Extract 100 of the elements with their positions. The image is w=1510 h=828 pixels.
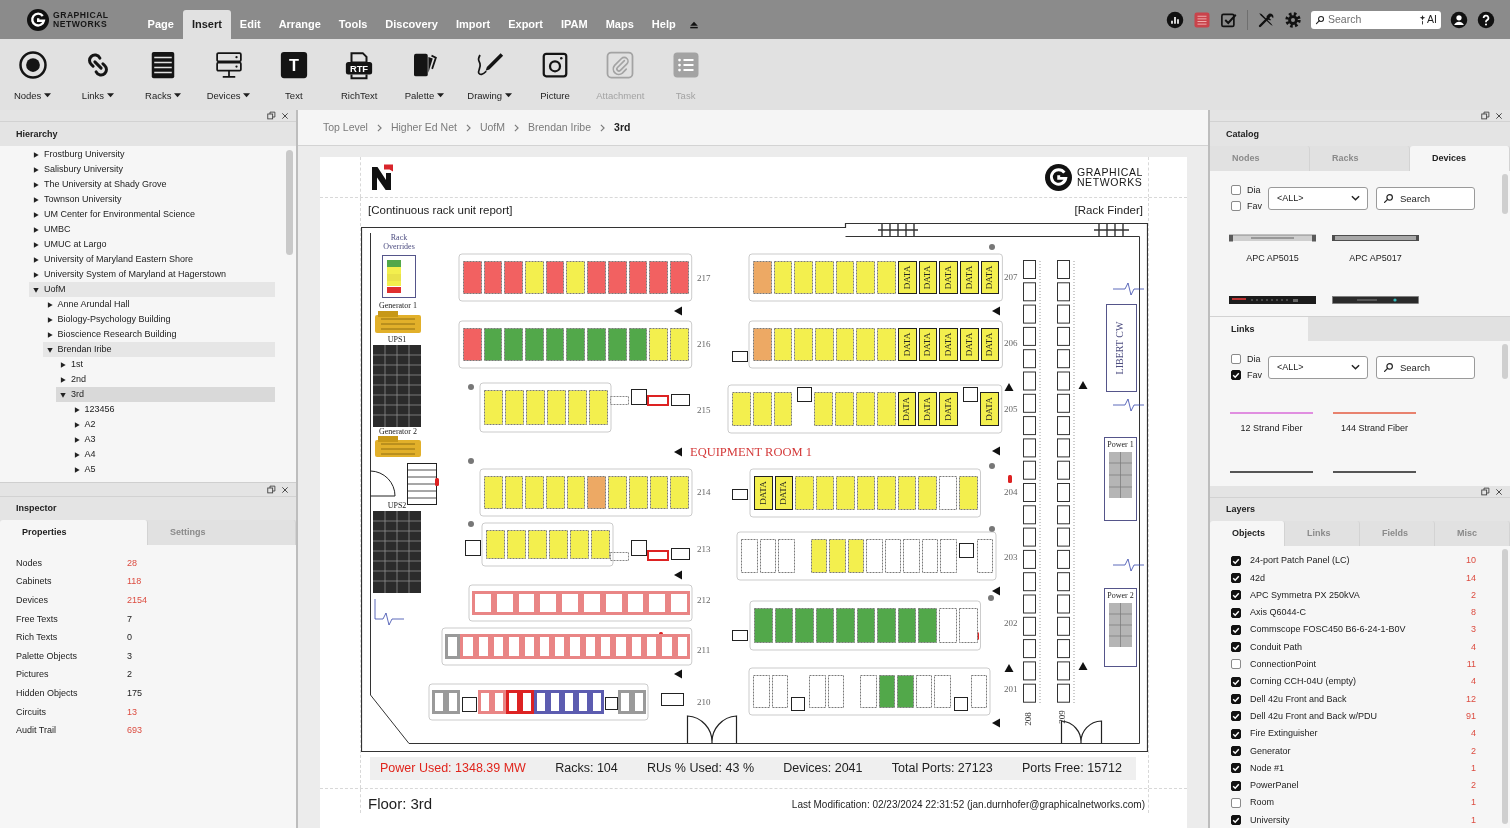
caret-right-icon[interactable] <box>33 241 39 248</box>
caret-right-icon[interactable] <box>33 181 39 188</box>
tools-icon[interactable] <box>1257 10 1275 29</box>
tree-item[interactable]: UMBC <box>29 222 275 237</box>
property-value[interactable]: 118 <box>127 576 142 588</box>
property-value[interactable]: 2154 <box>127 595 148 606</box>
caret-right-icon[interactable] <box>46 331 53 338</box>
breadcrumb-link[interactable]: Higher Ed Net <box>390 121 457 134</box>
tree-item[interactable]: Bioscience Research Building <box>42 327 275 342</box>
tab[interactable]: Properties <box>0 520 148 545</box>
bar-chart-icon[interactable] <box>1166 10 1184 29</box>
caret-right-icon[interactable] <box>73 436 80 443</box>
caret-right-icon[interactable] <box>60 376 66 383</box>
device-image[interactable] <box>1332 233 1419 242</box>
scrollbar-thumb[interactable] <box>1502 549 1508 824</box>
search-button[interactable]: Search <box>1376 355 1475 379</box>
tree-item[interactable]: Townson University <box>29 192 275 207</box>
report-link[interactable]: [Continuous rack unit report] <box>368 204 513 222</box>
checkbox[interactable] <box>1231 590 1241 601</box>
tree-item[interactable]: 2nd <box>56 372 275 387</box>
toolbar-button[interactable]: Racks <box>130 39 196 110</box>
caret-right-icon[interactable] <box>73 466 80 473</box>
caret-right-icon[interactable] <box>73 406 80 413</box>
tree-item[interactable]: A4 <box>69 447 275 462</box>
checkbox[interactable] <box>1231 763 1241 774</box>
tree-item[interactable]: A2 <box>69 417 275 432</box>
tree-item[interactable]: UMUC at Largo <box>29 237 275 252</box>
device-image[interactable] <box>1229 296 1316 305</box>
tree-item[interactable]: 1st <box>56 357 275 372</box>
close-icon[interactable] <box>281 111 289 120</box>
breadcrumb-link[interactable]: Top Level <box>323 121 368 134</box>
checkbox[interactable] <box>1231 797 1241 808</box>
tab[interactable]: Devices <box>1410 146 1510 171</box>
toolbar-button[interactable]: Palette <box>391 39 458 110</box>
help-icon[interactable] <box>1477 10 1495 29</box>
tab[interactable]: Objects <box>1210 521 1285 546</box>
checkbox[interactable] <box>1231 694 1241 704</box>
detach-icon[interactable] <box>267 485 276 494</box>
caret-right-icon[interactable] <box>33 166 39 173</box>
settings-icon[interactable] <box>1284 10 1302 29</box>
toolbar-button[interactable]: T Text <box>261 39 327 110</box>
breadcrumb-link[interactable]: 3rd <box>614 121 631 134</box>
caret-right-icon[interactable] <box>60 361 66 368</box>
cable-line[interactable] <box>1230 471 1313 474</box>
detach-icon[interactable] <box>267 111 276 120</box>
tree-item[interactable]: A5 <box>69 462 275 477</box>
checkbox[interactable] <box>1231 185 1241 196</box>
checkbox[interactable] <box>1231 201 1241 212</box>
checkbox[interactable] <box>1231 642 1241 653</box>
detach-icon[interactable] <box>1481 111 1490 120</box>
caret-down-icon[interactable] <box>33 286 39 293</box>
toolbar-button[interactable]: Nodes <box>0 39 66 110</box>
tree-item[interactable]: The University at Shady Grove <box>29 177 275 192</box>
scrollbar-thumb[interactable] <box>1502 344 1508 379</box>
toolbar-button[interactable]: Drawing <box>457 39 523 110</box>
checkbox[interactable] <box>1231 370 1241 381</box>
device-image[interactable] <box>1229 233 1316 242</box>
tree-item[interactable]: University of Maryland Eastern Shore <box>29 252 275 267</box>
scrollbar-thumb[interactable] <box>286 150 293 255</box>
checkbox[interactable] <box>1231 676 1241 687</box>
tree-item[interactable]: 3rd <box>56 387 275 402</box>
toolbar-button[interactable]: Devices <box>195 39 262 110</box>
ai-button[interactable]: AI <box>1419 13 1437 26</box>
rack-finder-link[interactable]: [Rack Finder] <box>1074 204 1143 222</box>
tree-item[interactable]: Brendan Iribe <box>42 342 275 357</box>
caret-right-icon[interactable] <box>33 256 39 263</box>
user-icon[interactable] <box>1450 10 1468 29</box>
device-image[interactable] <box>1332 296 1419 305</box>
tree-item[interactable]: Frostburg University <box>29 147 275 162</box>
search-button[interactable]: Search <box>1376 186 1475 210</box>
caret-right-icon[interactable] <box>33 226 39 233</box>
detach-icon[interactable] <box>1481 487 1490 496</box>
tree-item[interactable]: University System of Maryland at Hagerstown <box>29 267 275 282</box>
tree-item[interactable]: Anne Arundal Hall <box>42 297 275 312</box>
checkbox[interactable] <box>1231 555 1241 566</box>
caret-right-icon[interactable] <box>33 271 39 278</box>
list-icon[interactable] <box>1193 10 1211 29</box>
tree-item[interactable]: A3 <box>69 432 275 447</box>
tree-item[interactable]: 123456 <box>69 402 275 417</box>
close-icon[interactable] <box>1495 111 1503 120</box>
checkbox[interactable] <box>1231 745 1241 756</box>
breadcrumb-link[interactable]: UofM <box>479 121 505 134</box>
caret-right-icon[interactable] <box>73 451 80 458</box>
checkbox[interactable] <box>1231 780 1241 791</box>
close-icon[interactable] <box>281 485 289 494</box>
property-value[interactable]: 13 <box>127 706 137 718</box>
checkbox[interactable] <box>1231 728 1241 739</box>
toolbar-button[interactable]: RTF RichText <box>326 39 392 110</box>
checkbox[interactable] <box>1231 607 1241 618</box>
eject-icon[interactable] <box>688 20 699 30</box>
tree-item[interactable]: UM Center for Environmental Science <box>29 207 275 222</box>
toolbar-button[interactable]: Picture <box>522 39 588 110</box>
checkbox[interactable] <box>1231 572 1241 583</box>
scrollbar-thumb[interactable] <box>1502 174 1508 214</box>
toolbar-button[interactable]: Links <box>65 39 131 110</box>
menu-tab[interactable]: Insert <box>182 10 231 39</box>
search-field[interactable]: Search AI <box>1311 10 1441 29</box>
checkbox[interactable] <box>1231 624 1241 635</box>
property-value[interactable]: 28 <box>127 557 137 569</box>
caret-down-icon[interactable] <box>60 391 66 398</box>
